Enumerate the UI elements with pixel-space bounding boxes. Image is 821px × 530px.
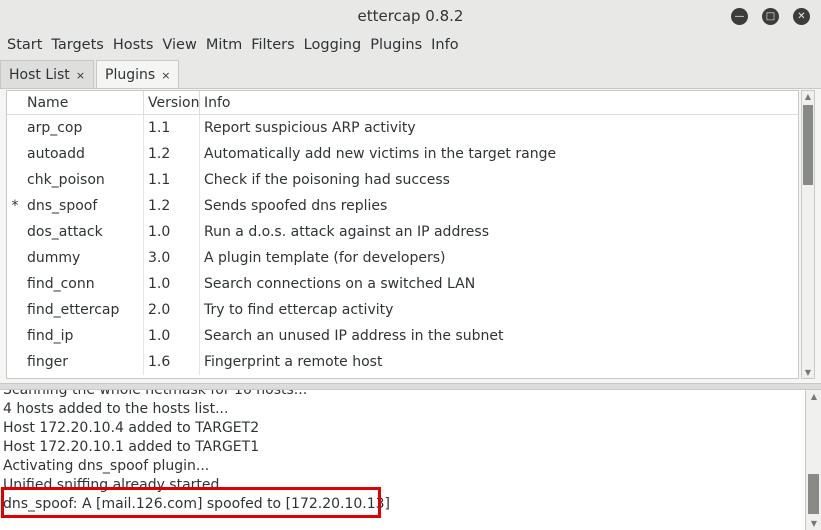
scroll-down-icon[interactable]: ▼ [802, 368, 814, 377]
plugin-name: finger [23, 349, 144, 375]
active-marker [7, 115, 23, 141]
plugin-version: 1.2 [144, 193, 200, 219]
plugin-name: dummy [23, 245, 144, 271]
table-row[interactable]: finger 1.6 Fingerprint a remote host [7, 349, 798, 375]
table-row[interactable]: arp_cop 1.1 Report suspicious ARP activity [7, 115, 798, 141]
highlight-box [1, 487, 381, 518]
plugin-version: 1.2 [144, 141, 200, 167]
active-marker [7, 141, 23, 167]
plugin-info: Check if the poisoning had success [204, 172, 450, 188]
plugin-name: find_ip [23, 323, 144, 349]
table-row[interactable]: find_ettercap 2.0 Try to find ettercap act… [7, 297, 798, 323]
menu-mitm[interactable]: Mitm [206, 32, 242, 58]
scrollbar-thumb[interactable] [803, 105, 813, 185]
plugin-info: Search an unused IP address in the subne… [204, 328, 504, 344]
scroll-up-icon[interactable]: ▲ [802, 92, 814, 101]
plugin-name: dos_attack [23, 219, 144, 245]
plugins-scrollbar[interactable]: ▲ ▼ [801, 90, 815, 379]
menu-filters[interactable]: Filters [251, 32, 294, 58]
minimize-icon[interactable]: — [731, 8, 748, 25]
close-icon[interactable]: ✕ [793, 8, 810, 25]
table-row[interactable]: dos_attack 1.0 Run a d.o.s. attack against… [7, 219, 798, 245]
menu-plugins[interactable]: Plugins [370, 32, 422, 58]
scroll-down-icon[interactable]: ▼ [808, 519, 820, 528]
log-line: Activating dns_spoof plugin... [3, 458, 210, 474]
table-row[interactable]: chk_poison 1.1 Check if the poisoning had … [7, 167, 798, 193]
plugin-name: find_ettercap [23, 297, 144, 323]
plugin-info: Sends spoofed dns replies [204, 198, 388, 214]
plugins-panel: Name Version Info arp_cop 1.1 Report suspi… [0, 89, 821, 383]
active-marker [7, 323, 23, 349]
scroll-up-icon[interactable]: ▲ [808, 392, 820, 401]
menu-view[interactable]: View [162, 32, 196, 58]
plugin-version: 1.1 [144, 115, 200, 141]
plugin-name: autoadd [23, 141, 144, 167]
plugin-name: dns_spoof [23, 193, 144, 219]
plugin-info: Fingerprint a remote host [204, 354, 383, 370]
log-line: Host 172.20.10.1 added to TARGET1 [3, 439, 260, 455]
active-marker [7, 349, 23, 375]
plugin-info: Report suspicious ARP activity [204, 120, 416, 136]
table-row[interactable]: * dns_spoof 1.2 Sends spoofed dns replies [7, 193, 798, 219]
tab-label: Host List [9, 67, 70, 83]
plugin-version: 1.0 [144, 219, 200, 245]
plugin-info: A plugin template (for developers) [204, 250, 446, 266]
column-header-name[interactable]: Name [23, 91, 144, 114]
active-marker [7, 271, 23, 297]
plugin-info: Run a d.o.s. attack against an IP addres… [204, 224, 489, 240]
plugins-table: Name Version Info arp_cop 1.1 Report suspi… [6, 90, 799, 379]
active-marker [7, 297, 23, 323]
menu-bar: Start Targets Hosts View Mitm Filters Logging P… [0, 32, 468, 58]
log-line: 4 hosts added to the hosts list... [3, 401, 229, 417]
plugin-name: arp_cop [23, 115, 144, 141]
active-marker [7, 167, 23, 193]
column-header-version[interactable]: Version [144, 91, 200, 114]
scrollbar-thumb[interactable] [808, 474, 819, 514]
plugin-version: 3.0 [144, 245, 200, 271]
plugin-version: 1.0 [144, 271, 200, 297]
plugin-info: Search connections on a switched LAN [204, 276, 476, 292]
close-tab-icon[interactable]: × [161, 69, 170, 82]
plugin-info: Try to find ettercap activity [204, 302, 394, 318]
active-marker [7, 245, 23, 271]
plugin-version: 2.0 [144, 297, 200, 323]
active-marker [7, 219, 23, 245]
menu-info[interactable]: Info [431, 32, 458, 58]
plugin-info: Automatically add new victims in the tar… [204, 146, 557, 162]
plugin-version: 1.0 [144, 323, 200, 349]
plugin-name: find_conn [23, 271, 144, 297]
log-scrollbar[interactable]: ▲ ▼ [805, 390, 821, 530]
menu-start[interactable]: Start [7, 32, 42, 58]
pane-divider[interactable] [0, 383, 821, 390]
table-row[interactable]: find_ip 1.0 Search an unused IP address in… [7, 323, 798, 349]
window-title: ettercap 0.8.2 [357, 7, 464, 25]
log-line: Scanning the whole netmask for 16 hosts.… [3, 390, 308, 398]
table-header: Name Version Info [7, 91, 798, 115]
plugin-name: chk_poison [23, 167, 144, 193]
tab-plugins[interactable]: Plugins × [96, 60, 180, 88]
plugin-version: 1.1 [144, 167, 200, 193]
title-bar: ettercap 0.8.2 — □ ✕ [0, 0, 821, 32]
table-row[interactable]: autoadd 1.2 Automatically add new victims … [7, 141, 798, 167]
close-tab-icon[interactable]: × [76, 69, 85, 82]
menu-hosts[interactable]: Hosts [113, 32, 154, 58]
maximize-icon[interactable]: □ [762, 8, 779, 25]
tab-bar: Host List × Plugins × [0, 60, 821, 89]
plugin-version: 1.6 [144, 349, 200, 375]
active-marker: * [11, 198, 19, 214]
table-row[interactable]: dummy 3.0 A plugin template (for developer… [7, 245, 798, 271]
tab-label: Plugins [105, 67, 156, 83]
tab-host-list[interactable]: Host List × [0, 60, 95, 88]
menu-logging[interactable]: Logging [304, 32, 362, 58]
column-header-info[interactable]: Info [200, 91, 798, 114]
log-line: Host 172.20.10.4 added to TARGET2 [3, 420, 260, 436]
table-row[interactable]: find_conn 1.0 Search connections on a swit… [7, 271, 798, 297]
menu-targets[interactable]: Targets [51, 32, 103, 58]
